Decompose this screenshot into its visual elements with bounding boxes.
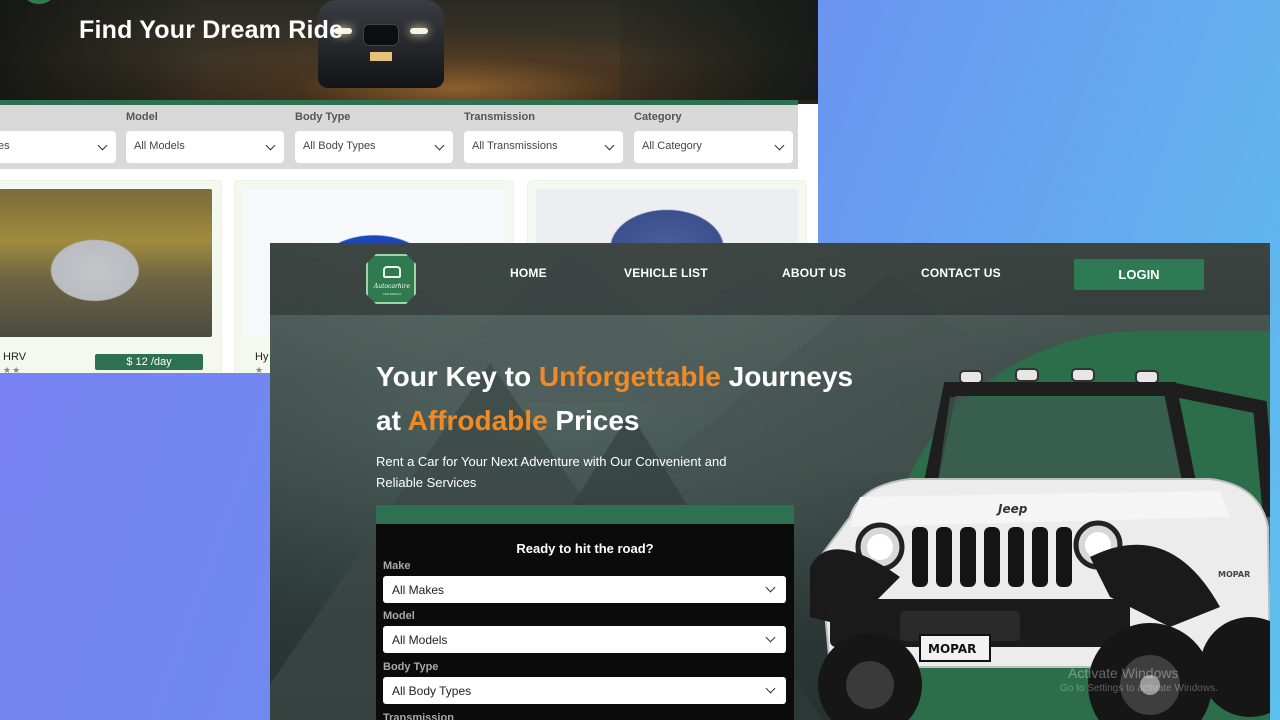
windows-activation-subtext: Go to Settings to activate Windows.	[1060, 683, 1218, 694]
search-transmission: Transmission	[383, 712, 786, 720]
search-panel: Ready to hit the road? Make All Makes Mo…	[376, 505, 794, 720]
vehicle-name: HRV	[3, 351, 27, 363]
headlight-right	[410, 28, 428, 34]
filter-transmission: Transmission All Transmissions	[464, 111, 623, 163]
front-left-rim	[846, 661, 894, 709]
chevron-down-icon	[604, 140, 615, 151]
filter-make: es	[0, 111, 116, 163]
chevron-down-icon	[434, 140, 445, 151]
filter-category-label: Category	[634, 111, 682, 123]
jeep-brand-label: Jeep	[996, 502, 1028, 516]
headline-text: Prices	[547, 405, 640, 436]
headline-highlight: Unforgettable	[538, 361, 721, 392]
vehicle-card[interactable]: HRV $ 12 /day ★★	[0, 180, 222, 373]
filter-category-select[interactable]: All Category	[634, 131, 793, 163]
filter-model-value: All Models	[134, 140, 185, 152]
nav-about-us[interactable]: ABOUT US	[782, 266, 846, 280]
filter-transmission-value: All Transmissions	[472, 140, 558, 152]
search-model-value: All Models	[392, 633, 448, 647]
search-model-label: Model	[383, 610, 415, 622]
search-make-value: All Makes	[392, 583, 445, 597]
filter-make-label	[0, 111, 116, 127]
hero-title: Find Your Dream Ride	[79, 16, 344, 44]
search-body-type-label: Body Type	[383, 661, 439, 673]
nav-home[interactable]: HOME	[510, 266, 547, 280]
site-logo[interactable]: Autocarhire CAR RENTAL	[366, 254, 416, 304]
chevron-down-icon	[765, 582, 776, 593]
headline-highlight: Affrodable	[407, 405, 548, 436]
vehicle-price-badge: $ 12 /day	[95, 354, 203, 370]
top-navbar: Autocarhire CAR RENTAL HOME VEHICLE LIST…	[270, 243, 1270, 315]
jeep-grille	[912, 527, 1072, 587]
search-model: Model All Models	[383, 610, 786, 653]
vehicle-name: Hy	[255, 351, 269, 363]
forest-shadow-right	[620, 0, 818, 100]
chevron-down-icon	[774, 140, 785, 151]
search-body-type-value: All Body Types	[392, 684, 472, 698]
jeep-vehicle-image: Jeep MOPAR MOPAR	[810, 368, 1270, 720]
headlight-left-lens	[867, 534, 893, 560]
filter-model: Model All Models	[126, 111, 284, 163]
logo-tagline: CAR RENTAL	[382, 292, 402, 296]
search-panel-title: Ready to hit the road?	[516, 541, 654, 556]
logo-brand-text: Autocarhire	[373, 283, 411, 290]
search-body-type-select[interactable]: All Body Types	[383, 677, 786, 704]
rating-stars: ★	[255, 365, 265, 373]
filter-bar: es Model All Models Body Type All Body T…	[0, 105, 798, 169]
nav-vehicle-list[interactable]: VEHICLE LIST	[624, 266, 708, 280]
license-plate	[370, 52, 392, 61]
nav-contact-us[interactable]: CONTACT US	[921, 266, 1001, 280]
vehicle-photo	[0, 189, 212, 337]
hero-subtext: Rent a Car for Your Next Adventure with …	[376, 454, 727, 490]
car-icon	[383, 266, 401, 278]
headline-text: Your Key to	[376, 361, 539, 392]
bumper-plate-label: MOPAR	[928, 642, 976, 656]
chevron-down-icon	[765, 683, 776, 694]
chevron-down-icon	[265, 140, 276, 151]
filter-body-type: Body Type All Body Types	[295, 111, 453, 163]
vehicle-list-hero: Find Your Dream Ride	[0, 0, 818, 104]
car-grille	[363, 24, 399, 46]
filter-model-select[interactable]: All Models	[126, 131, 284, 163]
chevron-down-icon	[97, 140, 108, 151]
filter-body-type-select[interactable]: All Body Types	[295, 131, 453, 163]
filter-make-select[interactable]: es	[0, 131, 116, 163]
home-page-window: Autocarhire CAR RENTAL HOME VEHICLE LIST…	[270, 243, 1270, 720]
side-badge-label: MOPAR	[1218, 570, 1250, 579]
filter-category-value: All Category	[642, 140, 702, 152]
search-model-select[interactable]: All Models	[383, 626, 786, 653]
login-button[interactable]: LOGIN	[1074, 259, 1204, 290]
windshield-glass	[938, 397, 1182, 481]
chevron-down-icon	[765, 632, 776, 643]
windows-activation-watermark: Activate Windows	[1068, 665, 1179, 681]
roof-lights	[959, 368, 1159, 384]
filter-make-value: es	[0, 140, 10, 152]
rating-stars: ★★	[3, 365, 22, 373]
search-make-select[interactable]: All Makes	[383, 576, 786, 603]
search-make: Make All Makes	[383, 560, 786, 603]
filter-category: Category All Category	[634, 111, 793, 163]
search-transmission-label: Transmission	[383, 712, 454, 720]
filter-model-label: Model	[126, 111, 158, 123]
search-make-label: Make	[383, 560, 411, 572]
filter-body-type-label: Body Type	[295, 111, 351, 123]
filter-transmission-select[interactable]: All Transmissions	[464, 131, 623, 163]
search-body-type: Body Type All Body Types	[383, 661, 786, 704]
filter-transmission-label: Transmission	[464, 111, 535, 123]
forest-shadow-left	[0, 0, 200, 100]
headline-text: at	[376, 405, 408, 436]
filter-body-type-value: All Body Types	[303, 140, 376, 152]
